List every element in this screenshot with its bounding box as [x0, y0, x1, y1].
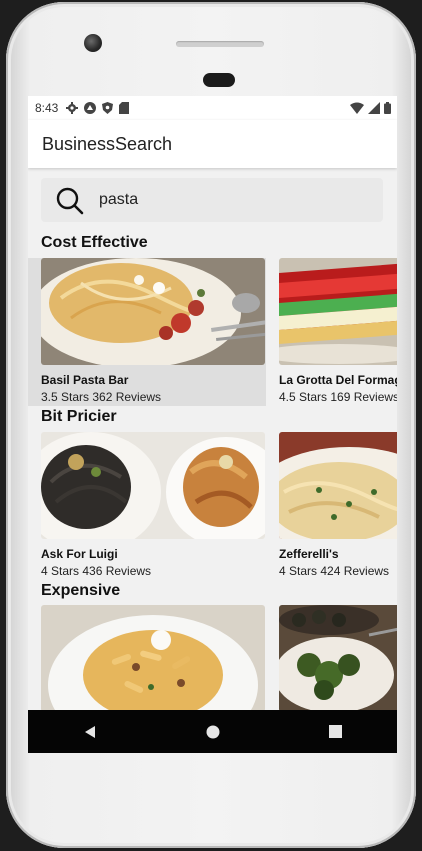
search-field[interactable]: pasta [41, 178, 383, 222]
business-rating-reviews: 3.5 Stars 362 Reviews [41, 390, 162, 404]
home-button[interactable] [193, 717, 233, 747]
business-card-zefferellis[interactable]: Zefferelli's 4 Stars 424 Reviews [279, 432, 397, 580]
device-screen: 8:43 BusinessSearch pasta Cost Effective… [28, 96, 397, 753]
battery-icon [384, 102, 391, 114]
business-card-la-grotta[interactable]: La Grotta Del Formag 4.5 Stars 169 Revie… [279, 258, 397, 406]
section-title-bit-pricier: Bit Pricier [41, 408, 117, 425]
search-icon[interactable] [55, 186, 85, 216]
business-card-ask-for-luigi[interactable]: Ask For Luigi 4 Stars 436 Reviews [41, 432, 277, 580]
back-icon[interactable] [83, 725, 97, 739]
business-photo [41, 432, 265, 539]
gear-icon [66, 102, 79, 114]
search-input-value[interactable]: pasta [99, 191, 138, 209]
recents-icon[interactable] [329, 725, 342, 738]
section-title-expensive: Expensive [41, 582, 121, 599]
app-title: BusinessSearch [42, 134, 173, 154]
signal-icon [368, 102, 380, 114]
business-name: La Grotta Del Formag [279, 373, 397, 387]
app-bar: BusinessSearch [28, 120, 397, 168]
android-icon [84, 102, 97, 114]
business-photo [41, 605, 265, 712]
business-name: Zefferelli's [279, 547, 339, 561]
business-card-basil-pasta-bar[interactable]: Basil Pasta Bar 3.5 Stars 362 Reviews [28, 258, 266, 406]
section-title-cost-effective: Cost Effective [41, 234, 148, 251]
recents-button[interactable] [316, 717, 356, 747]
back-button[interactable] [70, 717, 110, 747]
proximity-sensor [203, 73, 235, 87]
business-photo [279, 432, 397, 539]
earpiece-speaker [176, 41, 264, 47]
business-photo [279, 258, 397, 365]
sd-card-icon [119, 102, 130, 114]
business-photo [41, 258, 265, 365]
business-rating-reviews: 4 Stars 424 Reviews [279, 564, 390, 578]
business-name: Basil Pasta Bar [41, 373, 129, 387]
front-camera [84, 34, 102, 52]
business-rating-reviews: 4 Stars 436 Reviews [41, 564, 152, 578]
status-bar: 8:43 [28, 96, 397, 120]
business-name: Ask For Luigi [41, 547, 118, 561]
wifi-icon [350, 102, 364, 114]
system-navigation-bar [28, 710, 397, 753]
shield-icon [102, 102, 114, 114]
status-time: 8:43 [35, 101, 59, 115]
home-icon[interactable] [206, 725, 220, 739]
business-photo [279, 605, 397, 712]
business-rating-reviews: 4.5 Stars 169 Reviews [279, 390, 397, 404]
